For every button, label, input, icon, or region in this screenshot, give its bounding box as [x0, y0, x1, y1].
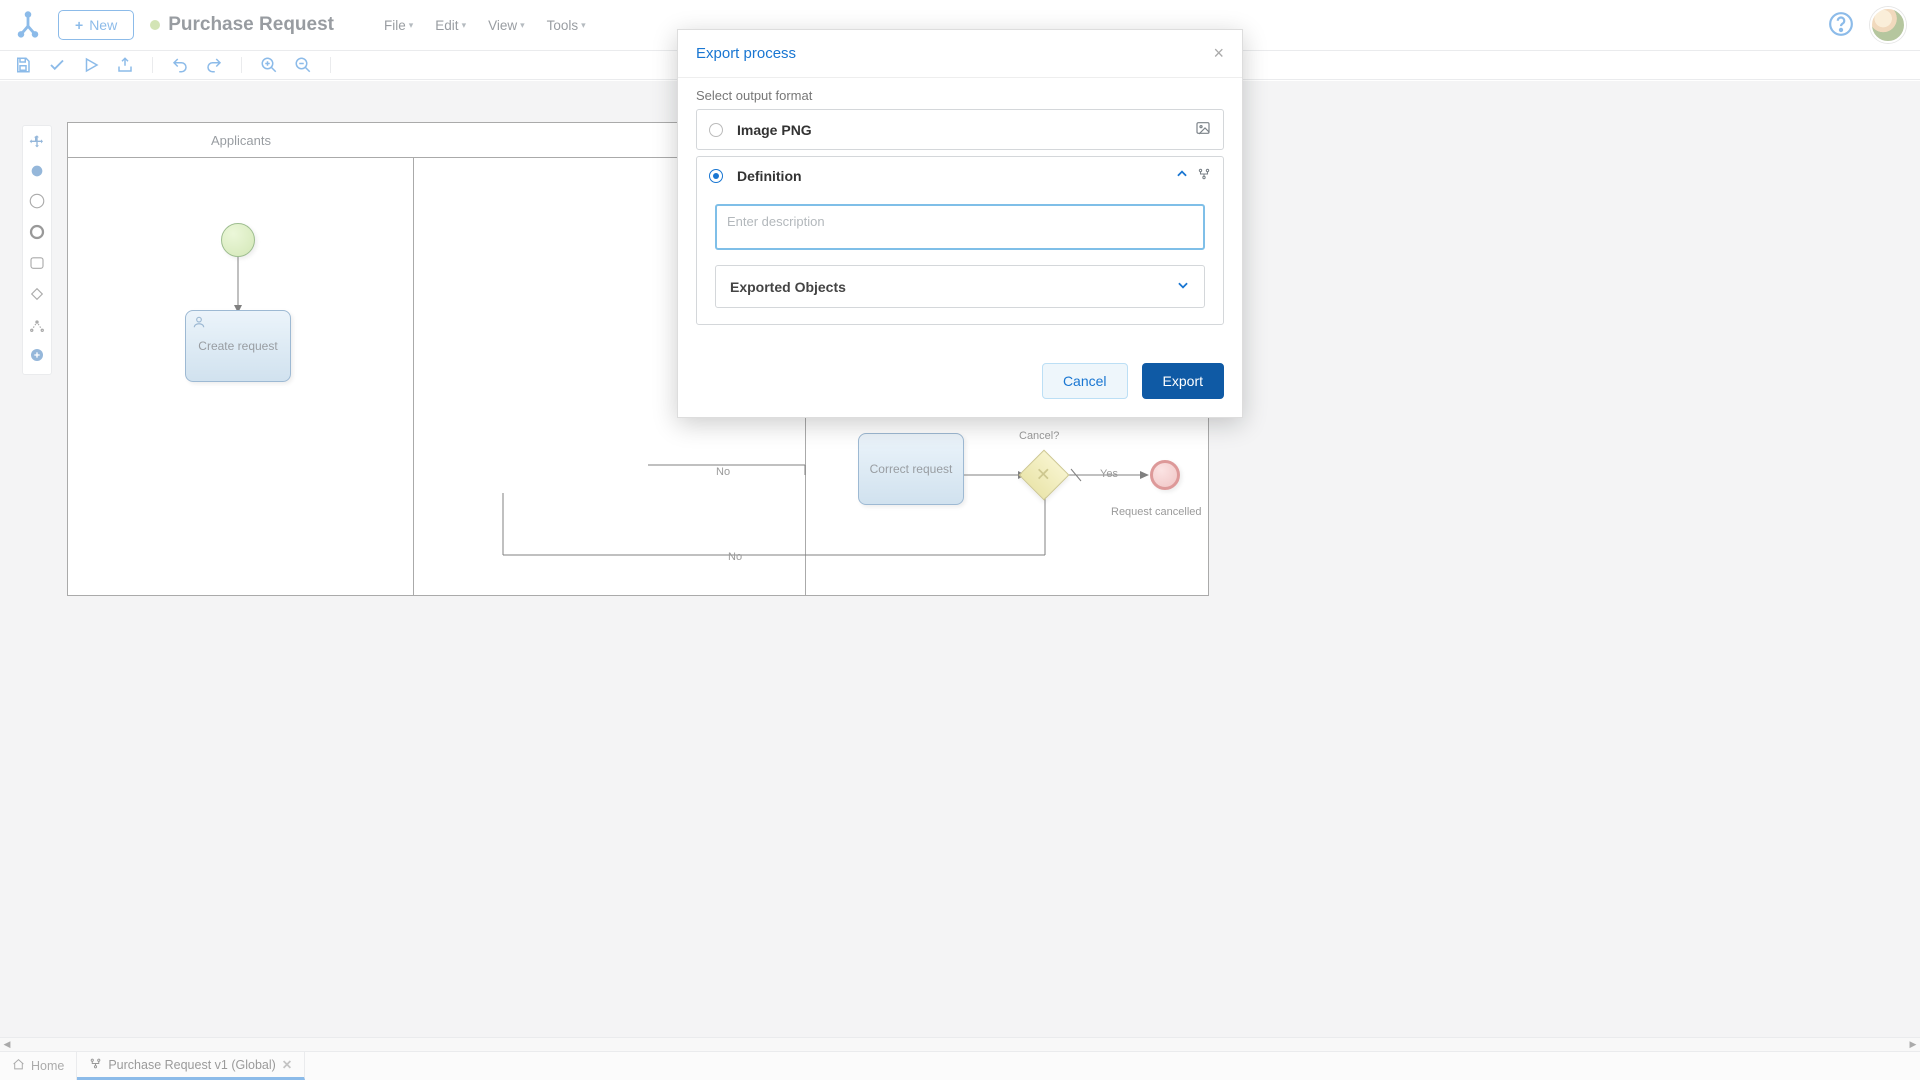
modal-overlay: Export process × Select output format Im…	[0, 0, 1920, 1080]
process-icon	[1197, 167, 1211, 184]
chevron-up-icon	[1175, 167, 1189, 184]
cancel-button[interactable]: Cancel	[1042, 363, 1128, 399]
select-format-label: Select output format	[696, 88, 1224, 103]
format-option-definition: Definition Exported Objects	[696, 156, 1224, 325]
exported-objects-label: Exported Objects	[730, 279, 846, 295]
format-definition-label: Definition	[737, 168, 1161, 184]
chevron-down-icon	[1176, 278, 1190, 295]
modal-footer: Cancel Export	[678, 349, 1242, 417]
radio-icon[interactable]	[709, 169, 723, 183]
image-icon	[1195, 120, 1211, 139]
export-modal: Export process × Select output format Im…	[677, 29, 1243, 418]
format-png-label: Image PNG	[737, 122, 1181, 138]
cancel-button-label: Cancel	[1063, 373, 1107, 389]
modal-header: Export process ×	[678, 30, 1242, 78]
close-icon[interactable]: ×	[1213, 43, 1224, 64]
export-button-label: Export	[1163, 373, 1203, 389]
modal-body: Select output format Image PNG Definitio…	[678, 78, 1242, 349]
description-input[interactable]	[715, 204, 1205, 250]
export-button[interactable]: Export	[1142, 363, 1224, 399]
format-option-png[interactable]: Image PNG	[696, 109, 1224, 150]
format-definition-header[interactable]: Definition	[697, 157, 1223, 194]
exported-objects-toggle[interactable]: Exported Objects	[715, 265, 1205, 308]
radio-icon[interactable]	[709, 123, 723, 137]
modal-title: Export process	[696, 45, 796, 62]
